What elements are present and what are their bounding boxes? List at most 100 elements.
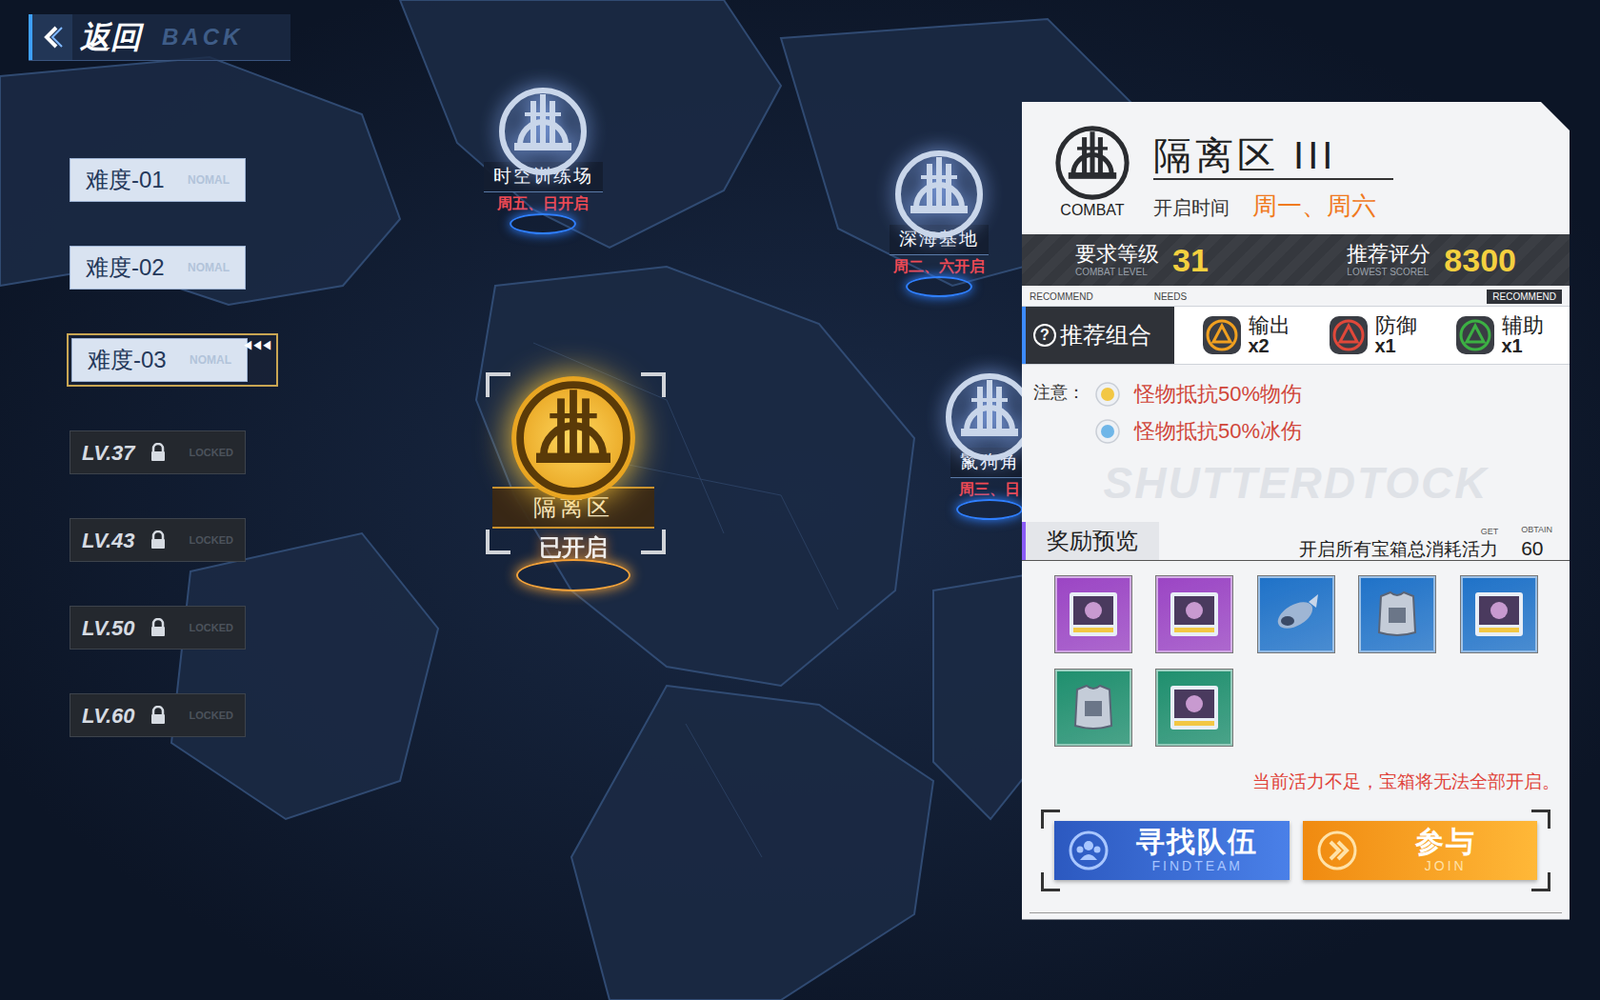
stat-label: 要求等级 <box>1075 243 1160 265</box>
tag-label: RECOMMEND <box>1486 289 1562 304</box>
reward-item[interactable] <box>1359 576 1436 653</box>
role-count: x1 <box>1501 336 1544 356</box>
button-area: 寻找队伍FINDTEAM 参与 JOIN <box>1040 809 1551 892</box>
get-tag: GET <box>1480 527 1500 537</box>
difficulty-tag: LOCKED <box>189 532 234 549</box>
armor-icon <box>1367 584 1427 644</box>
role-icon <box>1327 314 1370 357</box>
team-label: 推荐组合 <box>1060 318 1152 353</box>
role-name: 防御 <box>1375 315 1418 337</box>
difficulty-item[interactable]: 难度-03NOMAL <box>71 338 248 382</box>
watermark-text: SHUTTERDTOCK <box>1103 458 1489 508</box>
find-team-button[interactable]: 寻找队伍FINDTEAM <box>1054 820 1290 880</box>
tag-label: RECOMMEND <box>1029 289 1094 304</box>
button-sub: FINDTEAM <box>1151 859 1243 873</box>
difficulty-label: LV.60 <box>81 700 135 732</box>
role-item: 输出x2 <box>1200 314 1291 357</box>
difficulty-item[interactable]: LV.43LOCKED <box>69 518 246 562</box>
difficulty-label: 难度-03 <box>87 342 167 378</box>
node-schedule: 周五、日开启 <box>497 192 589 216</box>
node-ring <box>905 276 973 298</box>
difficulty-tag: NOMAL <box>187 171 230 189</box>
reward-item[interactable] <box>1055 576 1132 653</box>
map-node[interactable]: 深海基地周二、六开启 <box>862 146 1016 298</box>
panel-title: 隔离区 III <box>1153 132 1394 180</box>
reward-item[interactable] <box>1055 669 1132 746</box>
difficulty-item[interactable]: 难度-01 NOMAL <box>69 158 246 202</box>
note-text: 怪物抵抗50%冰伤 <box>1134 415 1302 447</box>
button-sub: JOIN <box>1424 859 1467 873</box>
chevron-left-icon <box>40 24 65 50</box>
lock-icon <box>149 618 167 638</box>
button-label: 参与 <box>1415 827 1477 857</box>
team-icon <box>1067 829 1110 872</box>
help-icon[interactable]: ? <box>1033 323 1057 347</box>
difficulty-item[interactable]: LV.60 LOCKED <box>69 693 246 738</box>
card-icon <box>1164 678 1224 738</box>
team-row: ?推荐组合输出x2防御x1辅助x1 <box>1021 305 1570 365</box>
difficulty-tag: LOCKED <box>189 707 234 724</box>
combat-logo: COMBAT <box>1046 122 1139 225</box>
role-icon <box>1200 314 1243 357</box>
difficulty-label: LV.50 <box>81 612 135 644</box>
cost-value: 60 <box>1520 538 1543 559</box>
node-name: 时空训练场 <box>493 165 594 186</box>
combat-emblem-icon <box>511 376 636 500</box>
note-item: 怪物抵抗50%物伤 <box>1094 378 1302 410</box>
difficulty-item[interactable]: LV.50 LOCKED <box>69 605 246 650</box>
role-item: 防御x1 <box>1327 314 1418 357</box>
reward-art <box>1164 584 1224 644</box>
warning-text: 当前活力不足，宝箱将无法全部开启。 <box>1252 768 1560 797</box>
stat-label: 推荐评分 <box>1346 243 1431 265</box>
armor-icon <box>1063 678 1123 738</box>
note-text: 怪物抵抗50%物伤 <box>1134 378 1302 410</box>
reward-art <box>1266 584 1326 644</box>
difficulty-item[interactable]: LV.37 LOCKED <box>69 430 246 475</box>
difficulty-label: 难度-01 <box>85 162 165 198</box>
right-column: COMBAT隔离区 III开启时间周一、周六要求等级COMBAT LEVEL31… <box>1021 0 1600 1000</box>
notes: 注意：怪物抵抗50%物伤怪物抵抗50%冰伤 <box>1021 364 1570 447</box>
back-label: 返回 <box>80 14 141 60</box>
card-icon <box>1063 584 1123 644</box>
reward-item[interactable] <box>1460 576 1538 653</box>
combat-emblem-icon <box>891 146 987 242</box>
reward-item[interactable] <box>1156 669 1233 746</box>
lock-icon <box>149 442 167 462</box>
node-schedule: 周二、六开启 <box>893 255 985 279</box>
difficulty-label: LV.37 <box>81 437 135 469</box>
part-icon <box>1266 584 1326 644</box>
stat-sub: COMBAT LEVEL <box>1075 267 1148 278</box>
difficulty-item[interactable]: 难度-02NOMAL <box>69 245 246 290</box>
role-count: x2 <box>1248 336 1291 356</box>
difficulty-tag: LOCKED <box>189 620 234 637</box>
selected-frame: 难度-03NOMAL◀◀◀ <box>66 333 279 387</box>
note-icon <box>1094 418 1121 445</box>
reward-art <box>1469 584 1529 644</box>
map-node[interactable]: 隔离区已开启 <box>478 376 669 592</box>
stage-panel: COMBAT隔离区 III开启时间周一、周六要求等级COMBAT LEVEL31… <box>1021 101 1570 920</box>
stats-bar: 要求等级COMBAT LEVEL31推荐评分LOWEST SCOREL8300 <box>1021 234 1570 286</box>
node-schedule: 周三、日 <box>959 478 1020 501</box>
node-ring <box>509 213 577 235</box>
reward-item[interactable] <box>1156 576 1233 653</box>
reward-art <box>1063 584 1123 644</box>
combat-emblem-icon <box>495 83 591 180</box>
reward-art <box>1063 678 1123 738</box>
stat-value: 8300 <box>1443 236 1517 285</box>
map-node[interactable]: 时空训练场周五、日开启 <box>466 83 620 235</box>
note-item: 怪物抵抗50%冰伤 <box>1094 415 1302 447</box>
combat-logo-icon <box>1052 122 1133 203</box>
join-button[interactable]: 参与 JOIN <box>1302 820 1539 880</box>
back-button[interactable]: 返回BACK <box>28 14 291 61</box>
ui-layer: 返回BACK 难度-01 NOMAL 难度-02NOMAL 难度-03NOMAL◀◀◀ L… <box>0 0 1600 1000</box>
difficulty-tag: LOCKED <box>189 444 234 461</box>
logo-label: COMBAT <box>1060 199 1124 222</box>
node-name: 深海基地 <box>899 228 980 249</box>
rewards-header: 奖励预览GET开启所有宝箱总消耗活力OBTAIN60 <box>1021 521 1570 561</box>
role-count: x1 <box>1375 336 1418 356</box>
panel-header: COMBAT隔离区 III开启时间周一、周六 <box>1021 101 1570 235</box>
reward-item[interactable] <box>1258 576 1335 653</box>
tag-label: NEEDS <box>1154 289 1187 304</box>
card-icon <box>1164 584 1224 644</box>
role-item: 辅助x1 <box>1454 314 1544 357</box>
